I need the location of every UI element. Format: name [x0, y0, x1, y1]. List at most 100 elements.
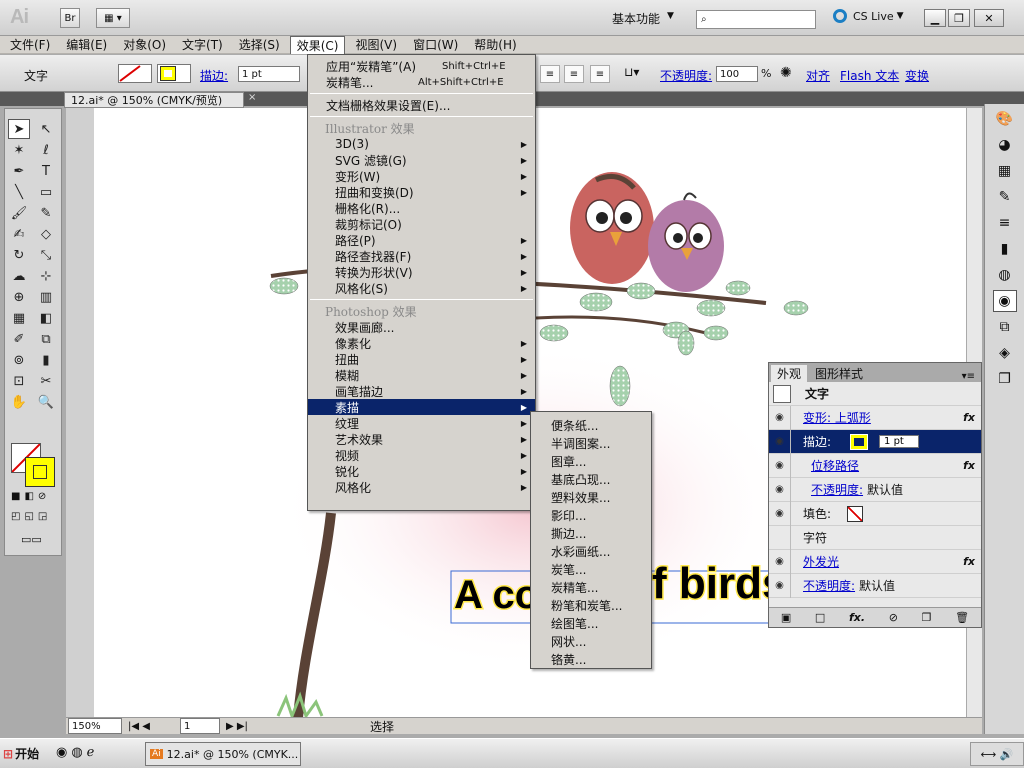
rotate-tool-icon[interactable]: ↻	[8, 245, 30, 265]
appearance-row-label[interactable]: 位移路径	[811, 457, 859, 474]
visibility-eye-icon[interactable]: ◉	[769, 453, 791, 478]
visibility-eye-icon[interactable]: ◉	[769, 405, 791, 430]
color-guide-icon[interactable]: ◕	[993, 134, 1017, 156]
opacity-field[interactable]: 100	[716, 66, 758, 82]
menu-item-photoshop-8[interactable]: 视频 ▶	[308, 447, 535, 463]
lasso-tool-icon[interactable]: ℓ	[35, 140, 57, 160]
warp-tool-icon[interactable]: ☁	[8, 266, 30, 286]
sketch-submenu-item[interactable]: 撕边...	[531, 524, 651, 542]
menu-select[interactable]: 选择(S)	[233, 36, 286, 54]
direct-selection-tool-icon[interactable]: ↖	[35, 119, 57, 139]
menu-item-photoshop-1[interactable]: 像素化 ▶	[308, 335, 535, 351]
stroke-color-swatch[interactable]	[25, 457, 55, 487]
menu-item-illustrator-5[interactable]: 裁剪标记(O)	[308, 216, 535, 232]
sketch-submenu-item[interactable]: 便条纸...	[531, 416, 651, 434]
stroke-panel-icon[interactable]: ≡	[993, 212, 1017, 234]
search-input[interactable]: ⌕	[696, 10, 816, 29]
eraser-tool-icon[interactable]: ◇	[35, 224, 57, 244]
type-tool-icon[interactable]: T	[35, 161, 57, 181]
bridge-button[interactable]: Br	[60, 8, 80, 28]
flash-text-link[interactable]: Flash 文本	[840, 67, 899, 84]
stroke-label[interactable]: 描边:	[200, 67, 228, 84]
menu-file[interactable]: 文件(F)	[4, 36, 56, 54]
appearance-row[interactable]: ◉ 位移路径 fx	[769, 453, 981, 478]
system-tray[interactable]: ⟷ 🔊	[970, 742, 1024, 766]
menu-item-photoshop-0[interactable]: 效果画廊...	[308, 319, 535, 335]
menu-item-photoshop-3[interactable]: 模糊 ▶	[308, 367, 535, 383]
visibility-eye-icon[interactable]: ◉	[769, 573, 791, 598]
visibility-eye-icon[interactable]: ◉	[769, 429, 791, 454]
status-tool-label[interactable]: 选择	[290, 718, 460, 735]
close-button[interactable]: ✕	[974, 9, 1004, 27]
appearance-row[interactable]: ◉ 外发光 fx	[769, 549, 981, 574]
menu-item-illustrator-7[interactable]: 路径查找器(F) ▶	[308, 248, 535, 264]
menu-item-last-effect[interactable]: 炭精笔... Alt+Shift+Ctrl+E	[308, 74, 535, 90]
tab-graphic-styles[interactable]: 图形样式	[809, 365, 869, 382]
align-link[interactable]: 对齐	[806, 67, 830, 84]
appearance-row[interactable]: ◉ 变形: 上弧形 fx	[769, 405, 981, 430]
pencil-tool-icon[interactable]: ✎	[35, 203, 57, 223]
document-tab[interactable]: 12.ai* @ 150% (CMYK/预览)	[64, 92, 244, 108]
close-icon[interactable]: ×	[248, 92, 262, 106]
stroke-color-icon[interactable]	[850, 433, 869, 450]
menu-item-photoshop-5[interactable]: 素描 ▶	[308, 399, 535, 415]
artboard-tool-icon[interactable]: ⊡	[8, 371, 30, 391]
tab-appearance[interactable]: 外观	[771, 365, 808, 382]
menu-edit[interactable]: 编辑(E)	[60, 36, 113, 54]
align-center-icon[interactable]: ≡	[564, 65, 584, 83]
gradient-panel-icon[interactable]: ▮	[993, 238, 1017, 260]
color-panel-icon[interactable]: 🎨	[993, 108, 1017, 130]
sketch-submenu-item[interactable]: 绘图笔...	[531, 614, 651, 632]
stroke-weight-field[interactable]: 1 pt	[238, 66, 300, 82]
free-transform-tool-icon[interactable]: ⊹	[35, 266, 57, 286]
rectangle-tool-icon[interactable]: ▭	[35, 182, 57, 202]
artboard-nav-prev-icon[interactable]: |◀ ◀	[122, 721, 180, 732]
column-graph-tool-icon[interactable]: ▮	[35, 350, 57, 370]
color-mode-buttons[interactable]: ■◧⊘	[11, 491, 50, 502]
menu-item-raster-settings[interactable]: 文档栅格效果设置(E)...	[308, 97, 535, 113]
perspective-grid-tool-icon[interactable]: ▥	[35, 287, 57, 307]
delete-item-icon[interactable]: 🗑	[955, 611, 969, 624]
menu-type[interactable]: 文字(T)	[176, 36, 229, 54]
menu-item-illustrator-8[interactable]: 转换为形状(V) ▶	[308, 264, 535, 280]
clear-appearance-icon[interactable]: ⊘	[889, 611, 898, 624]
menu-item-apply-last[interactable]: 应用“炭精笔”(A) Shift+Ctrl+E	[308, 58, 535, 74]
menu-item-illustrator-0[interactable]: 3D(3) ▶	[308, 136, 535, 152]
recolor-icon[interactable]: ✺	[780, 65, 792, 81]
menu-item-illustrator-9[interactable]: 风格化(S) ▶	[308, 280, 535, 296]
pen-tool-icon[interactable]: ✒	[8, 161, 30, 181]
opacity-label[interactable]: 不透明度:	[660, 67, 712, 84]
blend-tool-icon[interactable]: ⧉	[35, 329, 57, 349]
panel-menu-icon[interactable]: ▾≡	[962, 371, 981, 382]
appearance-row-label[interactable]: 变形: 上弧形	[803, 409, 871, 426]
stroke-weight-field[interactable]: 1 pt	[879, 435, 919, 448]
appearance-row[interactable]: ◉ 不透明度: 默认值	[769, 477, 981, 502]
blob-brush-tool-icon[interactable]: ✍	[8, 224, 30, 244]
menu-item-illustrator-3[interactable]: 扭曲和变换(D) ▶	[308, 184, 535, 200]
scale-tool-icon[interactable]: ⤡	[35, 245, 57, 265]
add-fill-icon[interactable]: □	[815, 611, 825, 624]
menu-item-photoshop-9[interactable]: 锐化 ▶	[308, 463, 535, 479]
brushes-icon[interactable]: ✎	[993, 186, 1017, 208]
gradient-tool-icon[interactable]: ◧	[35, 308, 57, 328]
symbol-sprayer-tool-icon[interactable]: ⊚	[8, 350, 30, 370]
sketch-submenu-item[interactable]: 粉笔和炭笔...	[531, 596, 651, 614]
mesh-tool-icon[interactable]: ▦	[8, 308, 30, 328]
menu-item-illustrator-6[interactable]: 路径(P) ▶	[308, 232, 535, 248]
screen-mode-button[interactable]: ▭▭	[21, 533, 42, 546]
minimize-button[interactable]: ▁	[924, 9, 946, 27]
no-fill-icon[interactable]	[847, 505, 864, 522]
transparency-panel-icon[interactable]: ◍	[993, 264, 1017, 286]
appearance-row-label[interactable]: 外发光	[803, 553, 839, 570]
sketch-submenu-item[interactable]: 炭笔...	[531, 560, 651, 578]
artboard-nav-next-icon[interactable]: ▶ ▶|	[220, 721, 290, 732]
zoom-tool-icon[interactable]: 🔍	[35, 392, 57, 412]
align-left-icon[interactable]: ≡	[540, 65, 560, 83]
layers-icon[interactable]: ◈	[993, 342, 1017, 364]
menu-item-illustrator-1[interactable]: SVG 滤镜(G) ▶	[308, 152, 535, 168]
menu-view[interactable]: 视图(V)	[349, 36, 403, 54]
magic-wand-tool-icon[interactable]: ✶	[8, 140, 30, 160]
menu-item-photoshop-6[interactable]: 纹理 ▶	[308, 415, 535, 431]
appearance-row[interactable]: 字符	[769, 525, 981, 550]
visibility-eye-icon[interactable]: ◉	[769, 501, 791, 526]
